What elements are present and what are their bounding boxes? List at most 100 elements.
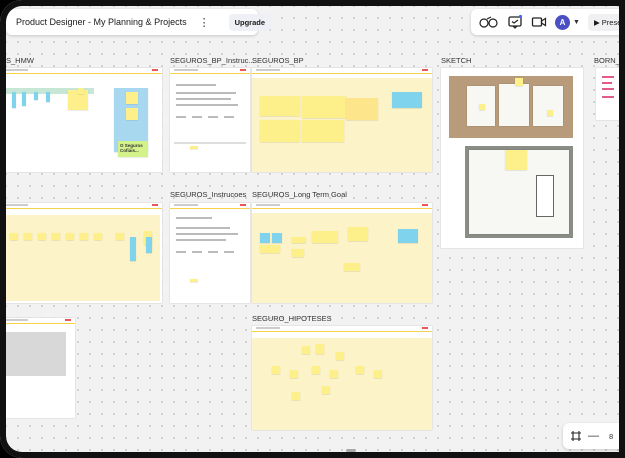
sticky-note [292,237,306,243]
frame-hmw[interactable]: O Seguros Cofiáis... [0,68,162,172]
text-line [602,96,614,98]
sticky-note [374,370,382,378]
sticky-note [292,392,300,400]
sticky-note [66,233,74,240]
play-icon: ▶ [593,17,602,27]
text-line [224,116,234,118]
paper-sketch [499,84,529,126]
frame-born[interactable] [596,68,625,120]
frame-instrucoes[interactable] [170,203,250,303]
frame-label-instrucoes[interactable]: SEGUROS_Instrucoes [170,190,246,199]
text-line [176,217,212,219]
sticky-note [292,249,304,257]
sticky-note [348,227,368,241]
reactions-icon[interactable] [479,14,499,30]
sticky-note [78,88,84,94]
sticky-note [38,233,46,240]
frame-sketch[interactable] [441,68,583,248]
zoom-level[interactable]: 8 [609,432,613,441]
sticky-note [22,92,26,106]
sticky-note [344,263,360,271]
text-line [176,84,216,86]
sticky-note [34,92,38,100]
text-line [176,251,186,253]
sticky-note [302,346,310,354]
frame-bp[interactable] [252,68,432,172]
sticky-note [190,146,198,149]
sticky-note [302,120,344,142]
text-line [224,251,234,253]
frame-header [252,203,432,209]
text-line [176,116,186,118]
sticky-note [547,110,553,116]
image-placeholder [6,332,66,376]
fit-icon[interactable] [570,430,582,442]
text-line [192,116,202,118]
video-icon[interactable] [531,14,547,30]
sticky-note [505,150,527,170]
frame-notes[interactable] [0,318,75,418]
text-line [176,92,236,94]
sticky-note [272,366,280,374]
frame-label-bp-instrucoes[interactable]: SEGUROS_BP_Instruc... [170,56,255,65]
sticky-note [94,233,102,240]
sticky-note [356,366,364,374]
sticky-note [312,366,320,374]
text-line [208,116,218,118]
sticky-note [126,108,138,120]
divider [174,142,246,144]
sticky-note [260,245,280,253]
sticky-note [116,233,124,240]
board-area [252,213,432,303]
chevron-down-icon[interactable]: ▼ [573,19,580,26]
text-line [602,88,614,90]
frame-label-bp[interactable]: SEGUROS_BP [252,56,304,65]
frame-label-hmw[interactable]: S_HMW [6,56,34,65]
text-line [176,98,231,100]
phone-sketch [537,176,553,216]
present-button[interactable]: ▶ Prese [587,13,625,31]
drag-handle[interactable] [346,449,356,452]
sticky-note [336,352,344,360]
board-canvas[interactable]: Product Designer - My Planning & Project… [0,0,625,458]
frame-hipoteses[interactable] [252,326,432,430]
upgrade-button[interactable]: Upgrade [228,13,271,31]
frame-label-sketch[interactable]: SKETCH [441,56,471,65]
text-line [176,227,230,229]
board-title[interactable]: Product Designer - My Planning & Project… [16,17,187,27]
text-line [602,76,614,78]
avatar[interactable]: A [555,14,570,30]
frame-label-hipoteses[interactable]: SEGURO_HIPOTESES [252,314,332,323]
frame-bp-instrucoes[interactable] [170,68,250,172]
frame-header [170,68,250,74]
frame-label-long-term-goal[interactable]: SEGUROS_Long Term Goal [252,190,347,199]
sticky-note [392,92,422,108]
sticky-note [398,229,418,243]
frame-header [252,326,432,332]
more-icon[interactable]: ⋮ [199,16,210,29]
sticky-note [272,233,282,243]
sketch-photo [465,146,573,238]
sticky-note [260,96,300,116]
collab-toolbar: A ▼ ▶ Prese [471,9,625,35]
frame-header [252,68,432,74]
sticky-note [479,104,485,110]
sticky-note [260,233,270,243]
sticky-note [146,237,152,253]
sticky-note [312,231,338,243]
sticky-note [190,279,198,282]
frame-long-term-goal[interactable] [252,203,432,303]
sticky-note-text: O Seguros Cofiáis... [120,143,143,153]
frame-header [0,318,75,324]
comment-icon[interactable] [507,14,523,30]
sticky-note [302,96,346,118]
minus-icon[interactable]: — [588,430,599,442]
board-toolbar: Product Designer - My Planning & Project… [6,9,271,35]
text-line [208,251,218,253]
sticky-note [80,233,88,240]
sticky-note [260,120,300,142]
sticky-note [130,237,136,261]
sticky-note [290,370,298,378]
frame-label-born[interactable]: BORN_TH [594,56,625,65]
frame-ideas[interactable] [0,203,162,303]
